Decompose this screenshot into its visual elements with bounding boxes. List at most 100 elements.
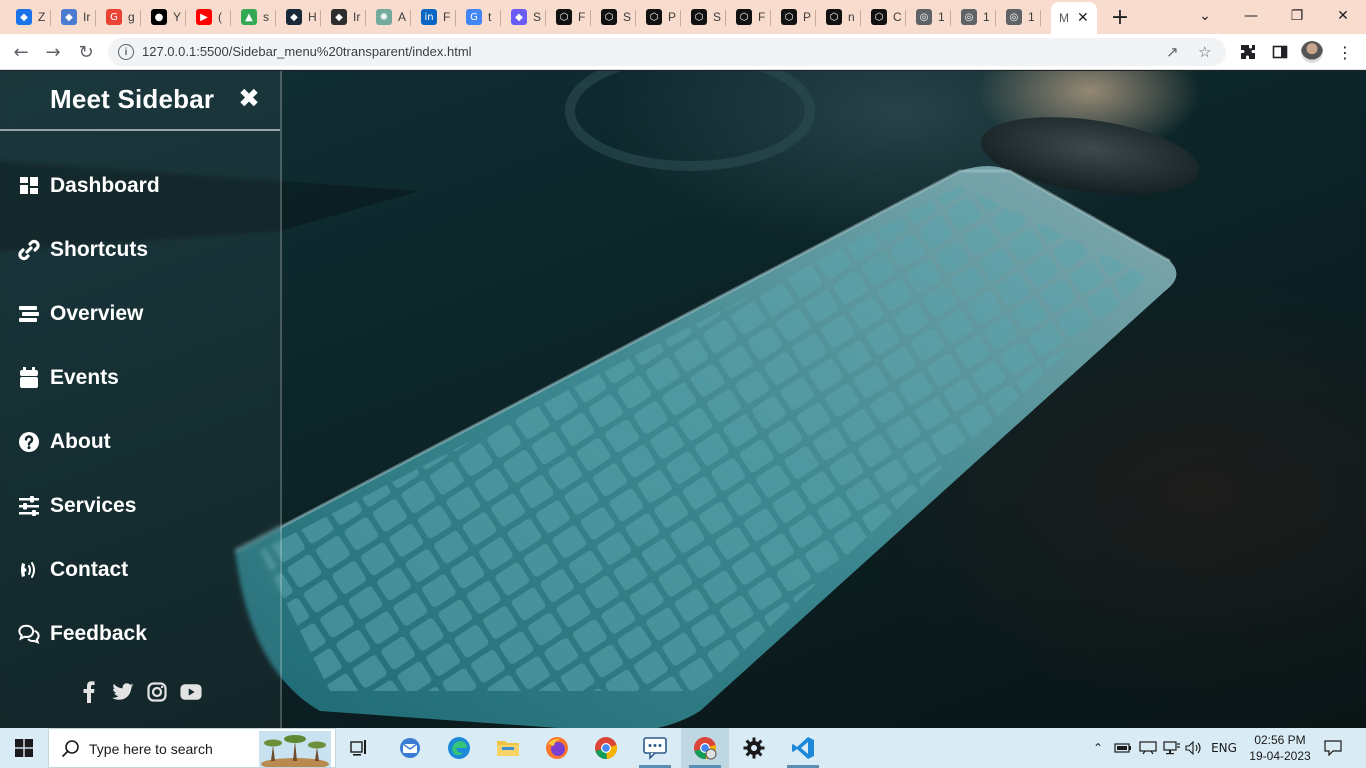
browser-tab[interactable]: ▶( xyxy=(188,4,226,30)
tab-title: F xyxy=(578,10,586,24)
sidebar-item-dashboard[interactable]: Dashboard xyxy=(18,168,160,204)
browser-tab[interactable]: ⬡ F xyxy=(728,4,766,30)
youtube-icon: ▶ xyxy=(196,9,212,25)
active-browser-tab[interactable]: M ✕ xyxy=(1051,2,1097,34)
sidebar-item-contact[interactable]: Contact xyxy=(18,552,128,588)
tab-separator xyxy=(275,10,276,26)
taskbar-app-chrome-active[interactable] xyxy=(681,728,729,768)
notifications-icon[interactable] xyxy=(1318,728,1348,768)
tab-title: F xyxy=(758,10,766,24)
profile-avatar[interactable] xyxy=(1301,41,1323,63)
battery-icon[interactable] xyxy=(1112,728,1134,768)
taskbar-app-vscode[interactable] xyxy=(779,728,827,768)
browser-tab[interactable]: ◆ Ir xyxy=(323,4,361,30)
taskbar-app-chat[interactable] xyxy=(631,728,679,768)
show-hidden-icons-button[interactable]: ⌃ xyxy=(1088,728,1108,768)
sidebar-item-about[interactable]: About xyxy=(18,424,111,460)
browser-tab[interactable]: ● Y xyxy=(143,4,181,30)
browser-tab[interactable]: ◆ Z xyxy=(8,4,46,30)
codepen-icon: ⬡ xyxy=(781,9,797,25)
close-tab-icon[interactable]: ✕ xyxy=(1077,10,1089,26)
browser-tab[interactable]: Gt xyxy=(458,4,496,30)
site-icon: ◆ xyxy=(16,9,32,25)
tab-separator xyxy=(95,10,96,26)
browser-tab[interactable]: Gg xyxy=(98,4,136,30)
sidebar-item-label: About xyxy=(50,430,111,453)
taskbar-app-settings[interactable] xyxy=(730,728,778,768)
browser-tab[interactable]: ⬡ P xyxy=(638,4,676,30)
tab-title: n xyxy=(848,10,855,24)
browser-tab[interactable]: ◆ S xyxy=(503,4,541,30)
tab-title: S xyxy=(623,10,631,24)
browser-tab[interactable]: ⬡ C xyxy=(863,4,901,30)
sidebar-item-events[interactable]: Events xyxy=(18,360,119,396)
youtube-icon[interactable] xyxy=(180,681,202,703)
taskbar-app-edge[interactable] xyxy=(435,728,483,768)
sidebar-item-feedback[interactable]: Feedback xyxy=(18,616,147,652)
sidebar-item-overview[interactable]: Overview xyxy=(18,296,143,332)
chat-app-icon xyxy=(643,737,667,760)
twitter-icon[interactable] xyxy=(112,681,134,703)
linkedin-icon: in xyxy=(421,9,437,25)
language-indicator[interactable]: ENG xyxy=(1207,728,1241,768)
browser-tab[interactable]: ◆ Ir xyxy=(53,4,91,30)
tab-search-icon[interactable]: ⌄ xyxy=(1182,0,1228,32)
back-button[interactable]: ← xyxy=(8,39,34,65)
address-bar[interactable]: i 127.0.0.1:5500/Sidebar_menu%20transpar… xyxy=(108,38,1226,66)
browser-tab[interactable]: ⬡ P xyxy=(773,4,811,30)
side-panel-icon[interactable] xyxy=(1267,39,1293,65)
projector-icon[interactable] xyxy=(1137,728,1159,768)
browser-tab[interactable]: ◎ 1 xyxy=(998,4,1036,30)
network-icon[interactable] xyxy=(1161,728,1183,768)
browser-tab[interactable]: in F xyxy=(413,4,451,30)
settings-gear-icon xyxy=(743,737,765,759)
sidebar-item-label: Dashboard xyxy=(50,174,160,197)
new-tab-button[interactable]: + xyxy=(1108,4,1132,30)
sidebar-divider xyxy=(0,129,280,131)
browser-tab[interactable]: ✺ A xyxy=(368,4,406,30)
tab-title: Y xyxy=(173,10,181,24)
restore-button[interactable]: ❐ xyxy=(1274,0,1320,32)
sidebar-item-label: Services xyxy=(50,494,137,517)
bookmark-star-icon[interactable]: ☆ xyxy=(1198,43,1211,61)
sidebar-item-shortcuts[interactable]: Shortcuts xyxy=(18,232,148,268)
codepen-icon: ⬡ xyxy=(646,9,662,25)
phone-volume-icon xyxy=(18,559,40,581)
taskbar-app-chrome[interactable] xyxy=(582,728,630,768)
browser-tab[interactable]: ▲ s xyxy=(233,4,271,30)
reload-button[interactable]: ↻ xyxy=(73,39,99,65)
tab-separator xyxy=(410,10,411,26)
taskbar-search-box[interactable]: Type here to search xyxy=(48,728,336,768)
taskbar-app-mail[interactable] xyxy=(386,728,434,768)
instagram-icon[interactable] xyxy=(146,681,168,703)
browser-tab-strip: ◆ Z ◆ Ir Gg ● Y ▶(▲ s ◆ H ◆ Ir ✺ Ain F Gt ◆ S ⬡ F ⬡ S ⬡ P ⬡ S ⬡ F ⬡ P ⬡… xyxy=(0,0,1366,34)
task-view-button[interactable] xyxy=(336,728,384,768)
taskbar-app-file-explorer[interactable] xyxy=(484,728,532,768)
tab-separator xyxy=(590,10,591,26)
browser-tab[interactable]: ⬡ F xyxy=(548,4,586,30)
share-icon[interactable]: ↗ xyxy=(1166,43,1179,61)
volume-icon[interactable] xyxy=(1184,728,1204,768)
tab-separator xyxy=(995,10,996,26)
site-info-icon[interactable]: i xyxy=(118,44,134,60)
extensions-icon[interactable] xyxy=(1235,39,1261,65)
browser-tab[interactable]: ◎ 1 xyxy=(953,4,991,30)
browser-menu-icon[interactable]: ⋮ xyxy=(1332,39,1358,65)
browser-tab[interactable]: ⬡ n xyxy=(818,4,856,30)
taskbar-clock[interactable]: 02:56 PM 19-04-2023 xyxy=(1244,732,1316,764)
browser-tab[interactable]: ⬡ S xyxy=(593,4,631,30)
browser-tab[interactable]: ◆ H xyxy=(278,4,316,30)
link-icon xyxy=(18,239,40,261)
sidebar-item-services[interactable]: Services xyxy=(18,488,136,524)
taskbar-app-firefox[interactable] xyxy=(533,728,581,768)
browser-tab[interactable]: ◎ 1 xyxy=(908,4,946,30)
forward-button[interactable]: → xyxy=(40,39,66,65)
start-button[interactable] xyxy=(0,728,48,768)
minimize-button[interactable]: — xyxy=(1228,0,1274,32)
tab-separator xyxy=(905,10,906,26)
tab-separator xyxy=(950,10,951,26)
facebook-icon[interactable] xyxy=(78,681,100,703)
close-icon[interactable]: ✖ xyxy=(235,84,263,114)
close-window-button[interactable]: ✕ xyxy=(1320,0,1366,32)
browser-tab[interactable]: ⬡ S xyxy=(683,4,721,30)
